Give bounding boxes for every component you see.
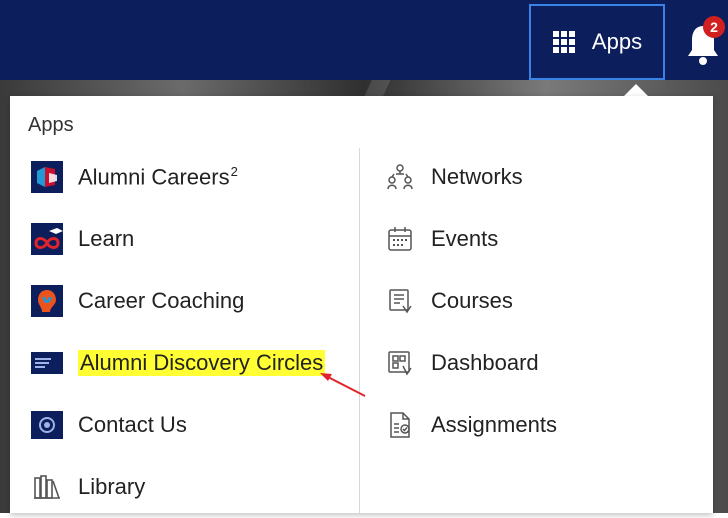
learn-logo-icon	[30, 222, 64, 256]
menu-item-learn[interactable]: Learn	[30, 208, 325, 270]
dashboard-icon	[383, 346, 417, 380]
contact-us-logo-icon	[30, 408, 64, 442]
apps-column-left: Alumni Careers2 Learn Career Coaching Al…	[30, 146, 326, 518]
career-coaching-logo-icon	[30, 284, 64, 318]
dropdown-caret	[624, 84, 648, 96]
alumni-careers-logo-icon	[30, 160, 64, 194]
notification-badge: 2	[703, 16, 725, 38]
menu-item-dashboard[interactable]: Dashboard	[383, 332, 557, 394]
menu-item-label: Contact Us	[78, 412, 187, 437]
menu-title: Apps	[28, 114, 74, 136]
menu-item-assignments[interactable]: Assignments	[383, 394, 557, 456]
menu-item-courses[interactable]: Courses	[383, 270, 557, 332]
menu-item-superscript: 2	[230, 163, 238, 179]
calendar-icon	[383, 222, 417, 256]
menu-item-label: Courses	[431, 288, 513, 313]
menu-item-alumni-discovery-circles[interactable]: Alumni Discovery Circles	[30, 332, 326, 394]
menu-item-label: Career Coaching	[78, 288, 245, 313]
menu-item-alumni-careers[interactable]: Alumni Careers2	[30, 146, 325, 208]
networks-icon	[383, 160, 417, 194]
menu-item-label: Dashboard	[431, 350, 539, 375]
menu-item-label: Alumni Discovery Circles	[78, 350, 326, 376]
library-icon	[30, 470, 64, 504]
grid-icon	[552, 31, 575, 53]
apps-column-right: Networks Events Courses Dashboard Assign…	[383, 146, 557, 456]
apps-dropdown-menu: Apps Alumni Careers2 Learn Career Coachi…	[10, 96, 713, 513]
menu-item-networks[interactable]: Networks	[383, 146, 557, 208]
menu-item-label: Events	[431, 226, 499, 251]
courses-icon	[383, 284, 417, 318]
apps-button[interactable]: Apps	[529, 4, 665, 80]
menu-item-label: Library	[78, 474, 146, 499]
menu-item-label: Alumni Careers	[78, 164, 230, 190]
menu-item-library[interactable]: Library	[30, 456, 325, 518]
menu-item-events[interactable]: Events	[383, 208, 557, 270]
column-divider	[359, 148, 360, 513]
discovery-circles-logo-icon	[30, 346, 64, 380]
menu-item-contact-us[interactable]: Contact Us	[30, 394, 325, 456]
menu-item-label: Networks	[431, 164, 523, 189]
menu-item-label: Assignments	[431, 412, 557, 437]
assignments-icon	[383, 408, 417, 442]
menu-item-label: Learn	[78, 226, 135, 251]
apps-button-label: Apps	[591, 29, 643, 54]
menu-item-career-coaching[interactable]: Career Coaching	[30, 270, 325, 332]
